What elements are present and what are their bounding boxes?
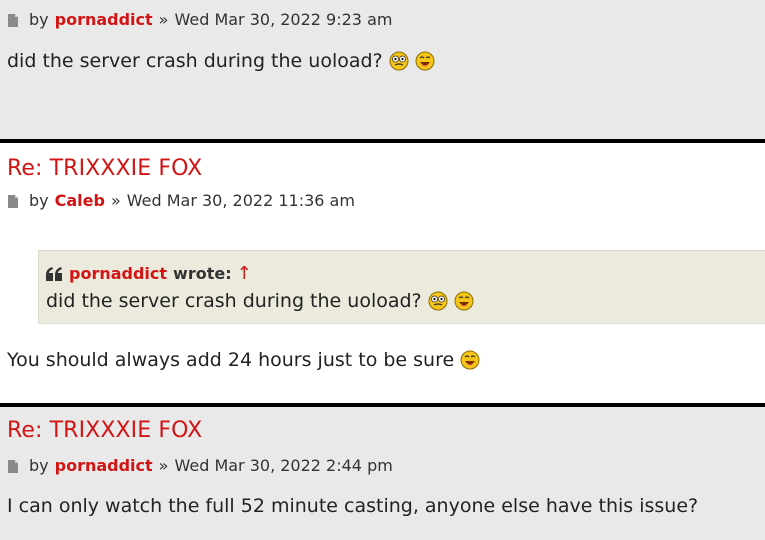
post-link-icon[interactable]	[7, 195, 19, 208]
post: Re: TRIXXXIE FOX by pornaddict » Wed Mar…	[0, 407, 765, 540]
post-content: did the server crash during the uoload?	[7, 50, 435, 72]
wrote-label: wrote:	[173, 264, 232, 283]
post-title[interactable]: Re: TRIXXXIE FOX	[7, 418, 202, 443]
quote-body: did the server crash during the uoload?	[46, 290, 422, 312]
username-link[interactable]: pornaddict	[55, 10, 153, 29]
by-label: by	[29, 456, 49, 475]
post-content: You should always add 24 hours just to b…	[7, 349, 480, 371]
post-text: I can only watch the full 52 minute cast…	[7, 495, 699, 517]
post-title[interactable]: Re: TRIXXXIE FOX	[7, 156, 202, 181]
lol-smiley-icon	[460, 350, 480, 370]
post-author-line: by pornaddict » Wed Mar 30, 2022 9:23 am	[7, 10, 392, 29]
post-text: You should always add 24 hours just to b…	[7, 349, 455, 371]
post-text: did the server crash during the uoload?	[7, 50, 383, 72]
post-content: I can only watch the full 52 minute cast…	[7, 495, 704, 517]
post-link-icon[interactable]	[7, 460, 19, 473]
post: by pornaddict » Wed Mar 30, 2022 9:23 am…	[0, 0, 765, 139]
post-author-line: by Caleb » Wed Mar 30, 2022 11:36 am	[7, 191, 355, 210]
view-quoted-post-arrow[interactable]: ↑	[237, 263, 252, 284]
post-datetime: Wed Mar 30, 2022 11:36 am	[126, 191, 355, 210]
post-link-icon[interactable]	[7, 14, 19, 27]
quote-icon	[46, 266, 62, 281]
separator: »	[110, 191, 121, 210]
quote-header: pornaddict wrote: ↑	[46, 263, 252, 284]
username-link[interactable]: pornaddict	[55, 456, 153, 475]
by-label: by	[29, 10, 49, 29]
post-datetime: Wed Mar 30, 2022 2:44 pm	[174, 456, 393, 475]
username-link[interactable]: Caleb	[55, 191, 105, 210]
post-datetime: Wed Mar 30, 2022 9:23 am	[174, 10, 393, 29]
quote-block: pornaddict wrote: ↑ did the server crash…	[38, 250, 765, 324]
eek-smiley-icon	[428, 291, 448, 311]
separator: »	[158, 456, 169, 475]
quote-text: did the server crash during the uoload?	[46, 290, 474, 312]
lol-smiley-icon	[454, 291, 474, 311]
quote-author-link[interactable]: pornaddict	[69, 264, 167, 283]
by-label: by	[29, 191, 49, 210]
post: Re: TRIXXXIE FOX by Caleb » Wed Mar 30, …	[0, 143, 765, 403]
separator: »	[158, 10, 169, 29]
eek-smiley-icon	[389, 51, 409, 71]
lol-smiley-icon	[415, 51, 435, 71]
post-author-line: by pornaddict » Wed Mar 30, 2022 2:44 pm	[7, 456, 393, 475]
